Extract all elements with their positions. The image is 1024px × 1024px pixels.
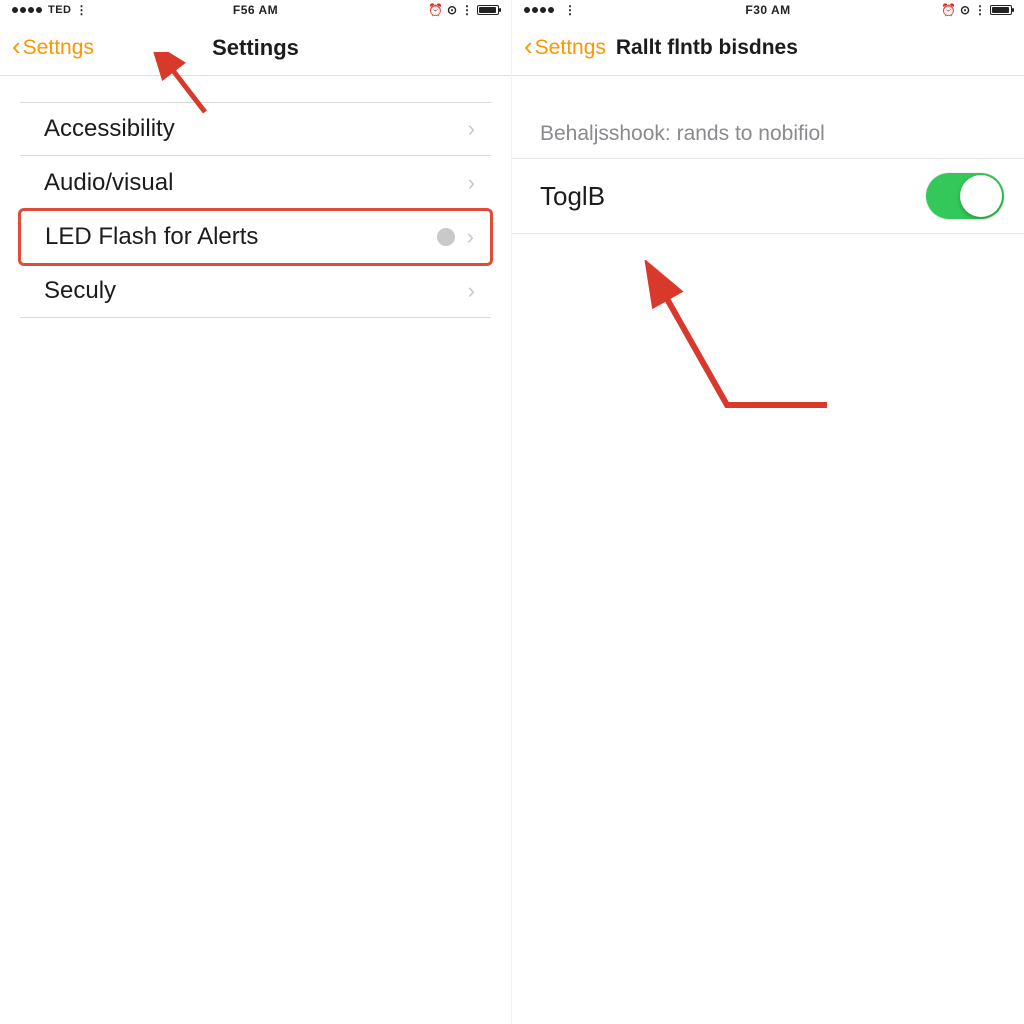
list-item-label: Seculy	[44, 277, 468, 305]
signal-dots-icon	[12, 7, 42, 13]
status-bar: ⋮ F30 AM ⏰ ⊙ ⋮	[512, 0, 1024, 20]
battery-icon	[990, 5, 1012, 15]
list-item-accessibility[interactable]: Accessibility ›	[20, 102, 491, 156]
chevron-right-icon: ›	[468, 170, 475, 196]
alarm-icon: ⏰	[941, 3, 956, 17]
section-header: Behaljsshook: rands to nobifiol	[512, 76, 1024, 158]
chevron-right-icon: ›	[468, 116, 475, 142]
page-title: Rallt flntb bisdnes	[616, 36, 798, 60]
nav-header: ‹ Settngs Settings	[0, 20, 511, 76]
back-label: Settngs	[535, 36, 606, 60]
left-screenshot: TED ⋮ F56 AM ⏰ ⊙ ⋮ ‹ Settngs Settings Ac…	[0, 0, 512, 1024]
status-bar: TED ⋮ F56 AM ⏰ ⊙ ⋮	[0, 0, 511, 20]
toggle-switch[interactable]	[926, 173, 1004, 219]
list-item-label: Accessibility	[44, 115, 468, 143]
wifi-icon: ⋮	[564, 3, 576, 17]
timer-icon: ⊙	[447, 3, 457, 17]
annotation-arrow-icon	[632, 260, 852, 440]
wifi-icon: ⋮	[461, 3, 473, 17]
alarm-icon: ⏰	[428, 3, 443, 17]
chevron-left-icon: ‹	[12, 31, 21, 62]
switch-knob-icon	[960, 175, 1002, 217]
right-screenshot: ⋮ F30 AM ⏰ ⊙ ⋮ ‹ Settngs Rallt flntb bis…	[512, 0, 1024, 1024]
chevron-right-icon: ›	[467, 224, 474, 250]
page-title: Settings	[212, 35, 299, 61]
toggle-row-toglb[interactable]: ToglB	[512, 158, 1024, 234]
list-item-audio-visual[interactable]: Audio/visual ›	[20, 156, 491, 210]
chevron-left-icon: ‹	[524, 31, 533, 62]
list-item-led-flash-alerts[interactable]: LED Flash for Alerts ›	[18, 208, 493, 266]
toggle-label: ToglB	[540, 181, 926, 212]
status-dot-icon	[437, 228, 455, 246]
battery-icon	[477, 5, 499, 15]
list-item-label: Audio/visual	[44, 169, 468, 197]
status-time: F56 AM	[233, 3, 278, 17]
settings-list: Accessibility › Audio/visual › LED Flash…	[0, 102, 511, 318]
wifi-icon: ⋮	[76, 3, 88, 17]
nav-header: ‹ Settngs Rallt flntb bisdnes	[512, 20, 1024, 76]
list-item-seculy[interactable]: Seculy ›	[20, 264, 491, 318]
status-time: F30 AM	[745, 3, 790, 17]
back-button[interactable]: ‹ Settngs	[12, 33, 94, 62]
signal-dots-icon	[524, 7, 554, 13]
wifi-icon: ⋮	[974, 3, 986, 17]
carrier-label: TED	[48, 4, 72, 16]
chevron-right-icon: ›	[468, 278, 475, 304]
timer-icon: ⊙	[960, 3, 970, 17]
back-button[interactable]: ‹ Settngs	[524, 33, 606, 62]
back-label: Settngs	[23, 36, 94, 60]
list-item-label: LED Flash for Alerts	[45, 223, 437, 251]
